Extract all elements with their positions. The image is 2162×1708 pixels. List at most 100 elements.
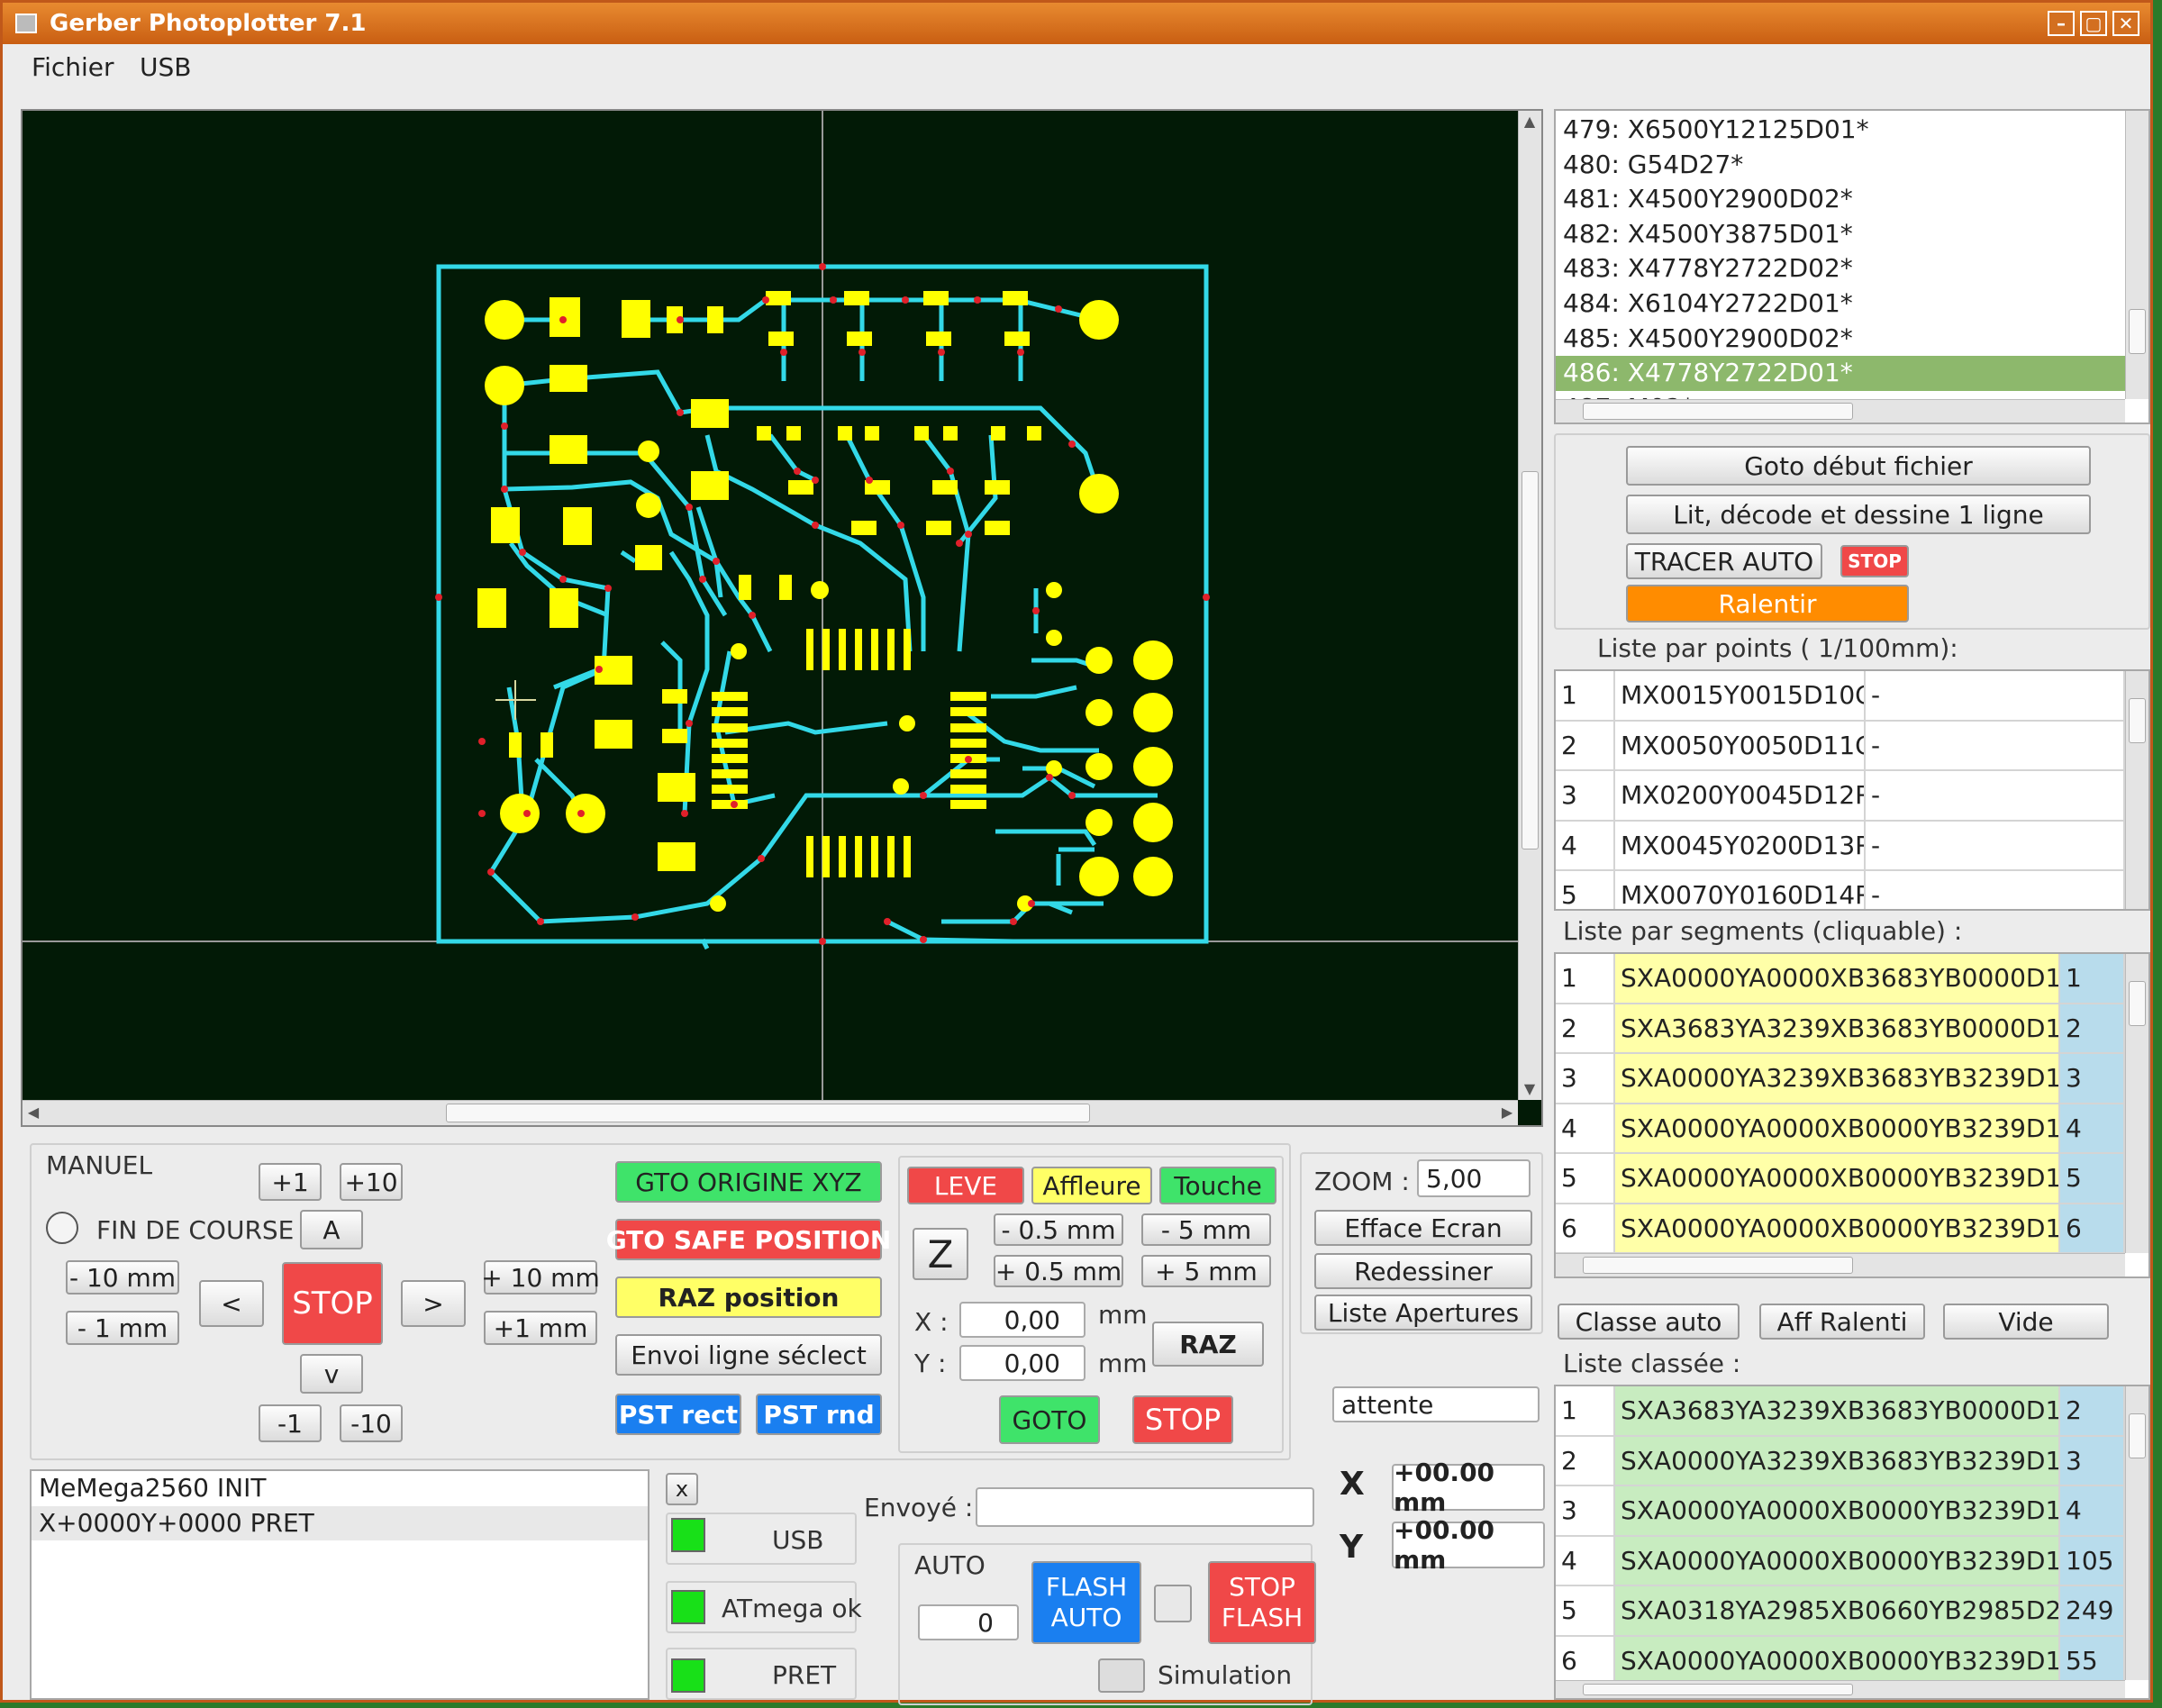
close-icon[interactable]: ✕ <box>2112 11 2139 36</box>
canvas-vscroll-thumb[interactable] <box>1522 471 1539 849</box>
table-row[interactable]: 4 SXA0000YA0000XB0000YB3239D11 105 <box>1556 1536 2125 1586</box>
segments-vscroll-thumb[interactable] <box>2129 981 2146 1026</box>
gcode-vscroll-thumb[interactable] <box>2129 309 2146 354</box>
scroll-up-icon[interactable]: ▲ <box>1521 113 1539 131</box>
menu-fichier[interactable]: Fichier <box>32 44 114 91</box>
table-row[interactable]: 5 SXA0318YA2985XB0660YB2985D28 249 <box>1556 1586 2125 1637</box>
goto-button[interactable]: GOTO <box>999 1395 1100 1444</box>
table-row[interactable]: 3 MX0200Y0045D12R - <box>1556 771 2125 822</box>
gcode-line[interactable]: 482: X4500Y3875D01* <box>1556 217 2125 252</box>
z-minus05-button[interactable]: - 0.5 mm <box>994 1213 1123 1246</box>
goto-start-button[interactable]: Goto début fichier <box>1626 446 2091 486</box>
gcode-line[interactable]: 480: G54D27* <box>1556 148 2125 183</box>
limit-switch-radio[interactable] <box>46 1212 78 1244</box>
points-table[interactable]: 1 MX0015Y0015D10C -2 MX0050Y0050D11C -3 MX020… <box>1554 669 2150 911</box>
z-button[interactable]: Z <box>913 1228 968 1280</box>
manual-stop-button[interactable]: STOP <box>282 1262 383 1345</box>
plus1-button[interactable]: +1 <box>259 1163 322 1201</box>
segments-table[interactable]: 1 SXA0000YA0000XB3683YB0000D11 1 2 SXA3683YA… <box>1554 952 2150 1278</box>
sorted-vscroll-thumb[interactable] <box>2129 1413 2146 1458</box>
table-row[interactable]: 5 MX0070Y0160D14R - <box>1556 871 2125 909</box>
table-row[interactable]: 5 SXA0000YA0000XB0000YB3239D11 5 <box>1556 1154 2125 1204</box>
down-button[interactable]: v <box>300 1354 363 1394</box>
goto-safe-button[interactable]: GTO SAFE POSITION <box>606 1219 891 1260</box>
z-minus5-button[interactable]: - 5 mm <box>1141 1213 1271 1246</box>
send-line-button[interactable]: Envoi ligne séclect <box>615 1334 882 1376</box>
table-row[interactable]: 6 SXA0000YA0000XB0000YB3239D11 55 <box>1556 1636 2125 1680</box>
y-coord-input[interactable]: 0,00 <box>959 1345 1086 1381</box>
canvas-hscroll-thumb[interactable] <box>446 1104 1090 1122</box>
z-plus05-button[interactable]: + 0.5 mm <box>994 1255 1123 1287</box>
sorted-hscroll-thumb[interactable] <box>1583 1684 1853 1695</box>
flash-auto-button[interactable]: FLASH AUTO <box>1031 1561 1141 1644</box>
gcode-line[interactable]: 485: X4500Y2900D02* <box>1556 322 2125 357</box>
sorted-hscroll[interactable] <box>1556 1680 2125 1698</box>
minus1mm-button[interactable]: - 1 mm <box>66 1311 179 1345</box>
maximize-icon[interactable]: ▢ <box>2080 11 2107 36</box>
segments-hscroll-thumb[interactable] <box>1583 1257 1853 1274</box>
a-button[interactable]: A <box>300 1210 363 1249</box>
classe-auto-button[interactable]: Classe auto <box>1558 1304 1740 1340</box>
simulation-checkbox[interactable] <box>1098 1658 1145 1693</box>
flash-checkbox[interactable] <box>1154 1585 1192 1622</box>
table-row[interactable]: 4 MX0045Y0200D13R - <box>1556 821 2125 871</box>
vide-button[interactable]: Vide <box>1943 1304 2109 1340</box>
raz-position-button[interactable]: RAZ position <box>615 1276 882 1318</box>
clear-screen-button[interactable]: Efface Ecran <box>1314 1210 1532 1246</box>
sorted-vscroll[interactable] <box>2125 1386 2148 1680</box>
left-button[interactable]: < <box>199 1280 264 1327</box>
minus10mm-button[interactable]: - 10 mm <box>66 1260 179 1295</box>
goto-origin-button[interactable]: GTO ORIGINE XYZ <box>615 1161 882 1203</box>
aff-ralenti-button[interactable]: Aff Ralenti <box>1759 1304 1925 1340</box>
gcode-line[interactable]: 479: X6500Y12125D01* <box>1556 113 2125 148</box>
gcode-hscroll[interactable] <box>1556 399 2125 422</box>
table-row[interactable]: 1 SXA3683YA3239XB3683YB0000D11 2 <box>1556 1386 2125 1437</box>
plus10-button[interactable]: +10 <box>340 1163 403 1201</box>
table-row[interactable]: 1 SXA0000YA0000XB3683YB0000D11 1 <box>1556 954 2125 1004</box>
gcode-hscroll-thumb[interactable] <box>1583 403 1853 420</box>
zoom-input[interactable]: 5,00 <box>1417 1159 1531 1197</box>
trace-auto-button[interactable]: TRACER AUTO <box>1626 543 1822 579</box>
gcode-line[interactable]: 487: M02* <box>1556 391 2125 399</box>
scroll-right-icon[interactable]: ▶ <box>1498 1104 1516 1122</box>
table-row[interactable]: 6 SXA0000YA0000XB0000YB3239D11 6 <box>1556 1204 2125 1253</box>
auto-count-input[interactable]: 0 <box>918 1604 1019 1640</box>
gcode-list[interactable]: 479: X6500Y12125D01* 480: G54D27* 481: X45… <box>1554 109 2150 424</box>
scroll-down-icon[interactable]: ▼ <box>1521 1080 1539 1098</box>
right-button[interactable]: > <box>401 1280 466 1327</box>
minus10-button[interactable]: -10 <box>340 1404 403 1442</box>
stop-flash-button[interactable]: STOP FLASH <box>1208 1561 1316 1644</box>
gcode-line[interactable]: 484: X6104Y2722D01* <box>1556 286 2125 322</box>
points-vscroll-thumb[interactable] <box>2129 698 2146 743</box>
leve-button[interactable]: LEVE <box>907 1167 1024 1204</box>
gcode-line[interactable]: 486: X4778Y2722D01* <box>1556 356 2125 391</box>
table-row[interactable]: 1 MX0015Y0015D10C - <box>1556 671 2125 722</box>
sorted-table[interactable]: 1 SXA3683YA3239XB3683YB0000D11 2 2 SXA0000YA… <box>1554 1385 2150 1700</box>
scroll-left-icon[interactable]: ◀ <box>24 1104 42 1122</box>
redraw-button[interactable]: Redessiner <box>1314 1253 1532 1289</box>
segments-hscroll[interactable] <box>1556 1253 2125 1276</box>
slow-button[interactable]: Ralentir <box>1626 585 1909 622</box>
apertures-button[interactable]: Liste Apertures <box>1314 1295 1532 1331</box>
canvas-vertical-scrollbar[interactable]: ▲ ▼ <box>1518 111 1541 1100</box>
pst-rnd-button[interactable]: PST rnd <box>756 1394 882 1435</box>
gcode-line[interactable]: 483: X4778Y2722D02* <box>1556 251 2125 286</box>
z-plus5-button[interactable]: + 5 mm <box>1141 1255 1271 1287</box>
table-row[interactable]: 3 SXA0000YA0000XB0000YB3239D11 4 <box>1556 1486 2125 1537</box>
pcb-canvas[interactable]: ▲ ▼ ◀ ▶ <box>21 109 1543 1127</box>
plus10mm-button[interactable]: + 10 mm <box>481 1260 600 1295</box>
table-row[interactable]: 2 SXA3683YA3239XB3683YB0000D11 2 <box>1556 1004 2125 1054</box>
read-line-button[interactable]: Lit, décode et dessine 1 ligne <box>1626 495 2091 534</box>
table-row[interactable]: 4 SXA0000YA0000XB0000YB3239D11 4 <box>1556 1104 2125 1154</box>
gcode-line[interactable]: 481: X4500Y2900D02* <box>1556 182 2125 217</box>
z-stop-button[interactable]: STOP <box>1132 1395 1233 1444</box>
canvas-horizontal-scrollbar[interactable]: ◀ ▶ <box>23 1100 1518 1125</box>
segments-vscroll[interactable] <box>2125 954 2148 1253</box>
menu-usb[interactable]: USB <box>140 44 191 91</box>
x-coord-input[interactable]: 0,00 <box>959 1302 1086 1338</box>
trace-stop-button[interactable]: STOP <box>1840 545 1909 577</box>
plus1mm-button[interactable]: +1 mm <box>484 1311 597 1345</box>
table-row[interactable]: 3 SXA0000YA3239XB3683YB3239D11 3 <box>1556 1054 2125 1104</box>
raz-xy-button[interactable]: RAZ <box>1152 1322 1264 1367</box>
gcode-vscroll[interactable] <box>2125 111 2148 399</box>
